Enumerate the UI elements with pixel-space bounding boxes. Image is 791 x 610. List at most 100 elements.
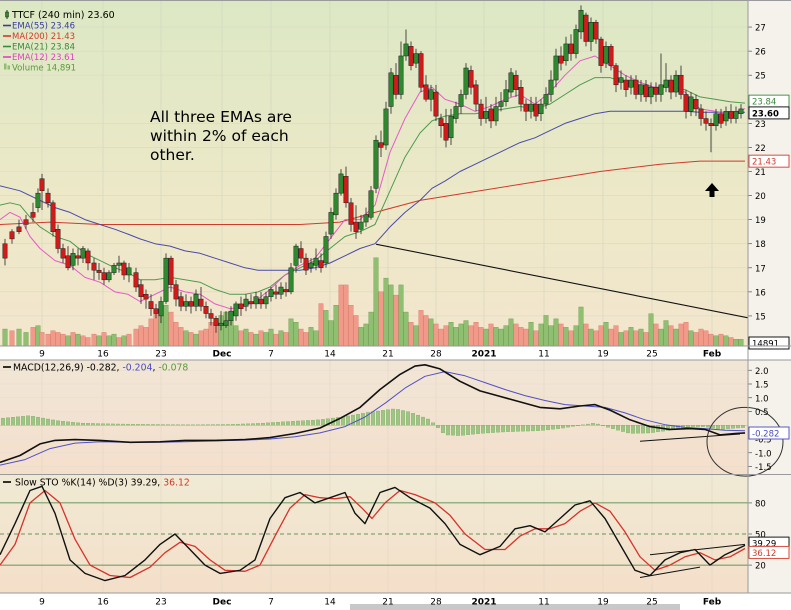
macd-histogram-bar [256,423,260,426]
macd-histogram-bar [261,422,265,426]
volume-bar [116,337,122,346]
x-axis-label-top: 9 [39,350,45,360]
volume-bar [603,322,609,346]
candle-body [233,303,239,317]
volume-bar [65,335,71,346]
macd-histogram-bar [606,425,610,428]
candle-body [738,108,744,114]
x-axis-label-top: Feb [703,350,722,360]
volume-bar [388,284,394,346]
macd-histogram-bar [166,424,170,426]
price-tick-label: 27 [755,24,766,34]
candle-body [178,296,184,307]
volume-bar [233,325,239,346]
candle-body [243,298,249,307]
candle-body [693,99,699,110]
sto-d-value-label: 36.12 [748,545,790,559]
candle-body [16,226,22,232]
volume-bar [121,335,127,346]
macd-histogram-bar [601,425,605,427]
macd-histogram-bar [586,423,590,426]
macd-histogram-bar [171,424,175,426]
candle-body [138,284,144,297]
volume-bar [508,318,514,346]
candle-body [503,89,509,102]
candle-body [148,301,154,309]
macd-histogram-bar [411,413,415,426]
candle-body [126,267,132,276]
macd-histogram-bar [136,424,140,426]
candle-body [538,103,544,114]
candle-body [593,22,599,40]
candle-body [263,296,269,305]
candle-body [193,294,199,307]
macd-histogram-bar [51,419,55,426]
bottom-gray-bar [350,604,680,610]
macd-histogram-bar [466,425,470,435]
volume-bar [503,325,509,346]
macd-histogram-bar [231,424,235,426]
candle-body [488,108,494,122]
volume-bar [458,323,464,346]
candle-body [278,286,284,295]
legend-ema55: EMA(55) 23.46 [3,22,75,32]
volume-bar [45,333,51,346]
candle-body [30,212,36,218]
volume-bar [91,333,97,346]
price-tick-label: 20 [755,192,766,202]
volume-bar [9,330,15,346]
volume-bar [263,332,269,346]
volume-bar [718,333,724,346]
svg-text:-0.282: -0.282 [752,430,779,440]
macd-histogram-bar [131,424,135,426]
candle-body [293,245,299,266]
candle-body [523,103,529,112]
macd-histogram-bar [191,424,195,426]
macd-histogram-bar [501,425,505,433]
volume-bar [428,318,434,346]
macd-histogram-bar [266,422,270,426]
volume-bar [463,320,469,346]
volume-bar [183,330,189,346]
volume-bar [173,322,179,346]
volume-bar [268,328,274,346]
volume-bar [358,327,364,346]
candle-body [288,267,294,293]
volume-bar [698,328,704,346]
volume-bar [178,327,184,346]
volume-bar [478,327,484,346]
macd-histogram-bar [416,414,420,426]
candle-body [618,77,624,83]
candle-body [553,55,559,81]
macd-histogram-bar [486,425,490,434]
macd-tick-label: -1.0 [755,449,772,459]
x-axis-label-top: 19 [597,350,609,360]
volume-bar [193,333,199,346]
svg-text:Slow STO %K(14) %D(3) 39.29, 3: Slow STO %K(14) %D(3) 39.29, 36.12 [15,478,190,489]
volume-bar [638,328,644,346]
x-axis-label-top: Dec [213,350,232,360]
legend-ticker: TTCF (240 min) 23.60 [5,10,115,21]
candle-body [388,72,394,107]
volume-bar [328,320,334,346]
macd-histogram-bar [86,423,90,426]
macd-histogram-bar [26,415,30,426]
candle-body [9,231,15,240]
candle-body [528,103,534,112]
macd-histogram-bar [461,425,465,436]
candle-body [423,84,429,100]
macd-histogram-bar [531,425,535,432]
macd-histogram-bar [181,424,185,426]
candle-body [101,272,107,281]
volume-bar [343,284,349,346]
candle-body [688,96,694,112]
macd-histogram-bar [96,423,100,426]
candle-body [248,301,254,305]
macd-histogram-bar [516,425,520,432]
volume-bar [623,330,629,346]
candle-body [106,272,112,281]
volume-bar [578,306,584,346]
candle-body [358,221,364,230]
macd-histogram-bar [211,424,215,426]
volume-bar [403,311,409,346]
